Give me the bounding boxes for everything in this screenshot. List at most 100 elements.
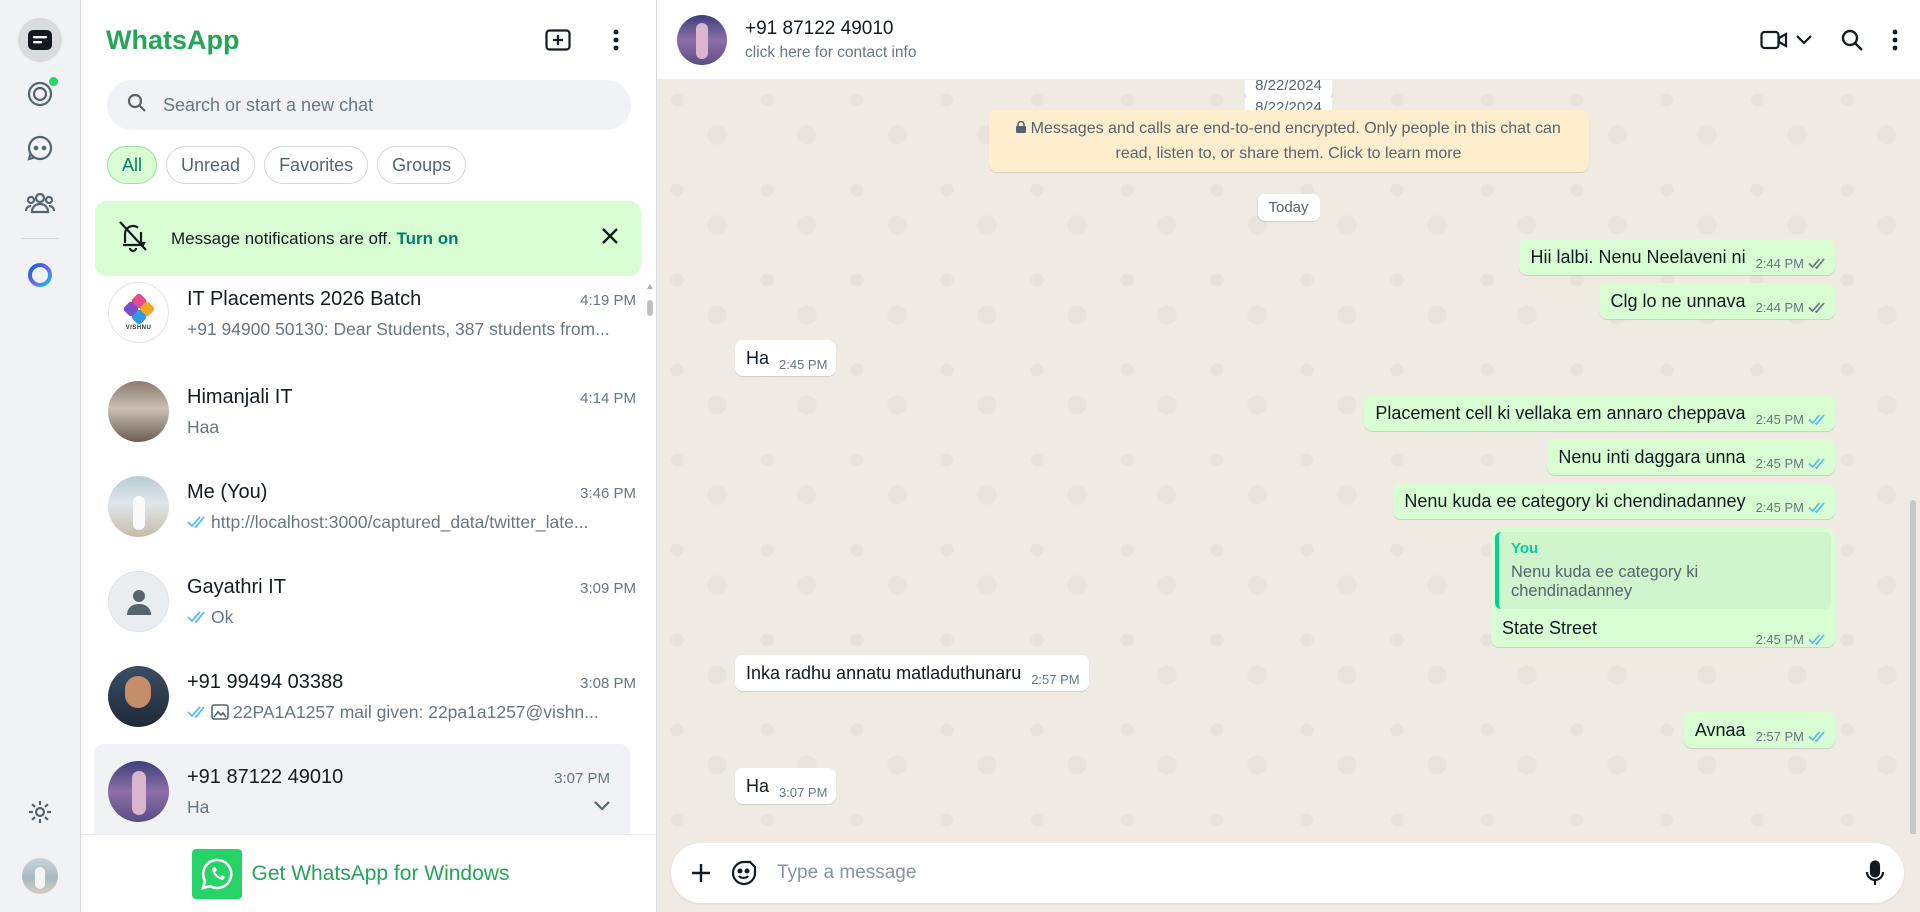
contact-name: +91 87122 49010 (745, 17, 894, 39)
filter-all[interactable]: All (107, 146, 158, 184)
avatar (108, 571, 169, 632)
encryption-notice[interactable]: Messages and calls are end-to-end encryp… (988, 110, 1589, 172)
channels-icon[interactable] (18, 126, 62, 170)
double-tick-read-icon (1808, 634, 1825, 645)
chevron-down-icon[interactable] (594, 798, 610, 816)
avatar (108, 476, 169, 537)
search-input[interactable] (163, 94, 583, 116)
message-text: Hii lalbi. Nenu Neelaveni ni (1530, 247, 1746, 267)
chat-time: 4:19 PM (580, 292, 636, 309)
message-text: Clg lo ne unnava (1610, 291, 1746, 311)
gear-icon[interactable] (18, 790, 62, 834)
composer-box (671, 843, 1904, 903)
microphone-icon[interactable] (1866, 860, 1884, 886)
chat-name: +91 87122 49010 (187, 765, 344, 788)
sticker-icon[interactable] (731, 860, 757, 886)
filter-favorites[interactable]: Favorites (264, 146, 369, 184)
chat-body: +91 87122 49010 3:07 PM Ha (187, 766, 610, 818)
message-area[interactable]: 8/22/2024 8/22/2024 Messages and calls a… (657, 80, 1920, 834)
message-meta: 2:45 PM (1756, 412, 1826, 427)
close-icon[interactable] (601, 227, 619, 250)
message-outgoing[interactable]: Clg lo ne unnava 2:44 PM (1599, 283, 1835, 319)
avatar (108, 381, 169, 442)
message-meta: 2:45 PM (1756, 500, 1826, 515)
chat-row-selected[interactable]: +91 87122 49010 3:07 PM Ha (94, 744, 630, 834)
new-chat-icon[interactable] (538, 20, 578, 60)
notification-message: Message notifications are off. (171, 228, 392, 248)
chat-row[interactable]: Me (You) 3:46 PM http://localhost:3000/c… (81, 459, 656, 554)
message-outgoing[interactable]: Nenu kuda ee category ki chendinadanney … (1393, 483, 1835, 519)
message-text: Avnaa (1694, 720, 1746, 740)
contact-avatar[interactable] (677, 14, 727, 65)
lock-icon (1016, 120, 1027, 133)
message-incoming[interactable]: Ha 2:45 PM (735, 340, 837, 376)
chats-icon[interactable] (18, 18, 62, 62)
message-text: State Street (1502, 618, 1598, 638)
chat-row[interactable]: Himanjali IT 4:14 PM Haa (81, 364, 656, 459)
message-text: Ha (746, 348, 770, 368)
message-meta: 2:45 PM (1756, 632, 1826, 647)
encryption-text: Messages and calls are end-to-end encryp… (1030, 120, 1561, 162)
chat-name: Gayathri IT (187, 575, 286, 598)
get-whatsapp-link[interactable]: Get WhatsApp for Windows (191, 848, 510, 899)
chat-row[interactable]: +91 99494 03388 3:08 PM 22PA1A1257 mail … (81, 649, 656, 744)
chat-name: +91 99494 03388 (187, 670, 344, 693)
message-outgoing[interactable]: Nenu inti daggara unna 2:45 PM (1547, 439, 1835, 475)
chat-row[interactable]: Gayathri IT 3:09 PM Ok (81, 554, 656, 649)
message-text: Nenu inti daggara unna (1558, 447, 1746, 467)
chat-body: Gayathri IT 3:09 PM Ok (187, 576, 636, 628)
contact-info[interactable]: +91 87122 49010 click here for contact i… (745, 18, 1732, 62)
profile-avatar[interactable] (22, 858, 58, 894)
message-outgoing[interactable]: Hii lalbi. Nenu Neelaveni ni 2:44 PM (1519, 239, 1835, 275)
search-bar[interactable] (107, 80, 631, 130)
chat-row[interactable]: VISHNU IT Placements 2026 Batch 4:19 PM … (81, 282, 656, 364)
conversation-scrollbar[interactable] (1910, 500, 1916, 834)
message-meta: 3:07 PM (779, 785, 828, 800)
message-input[interactable] (777, 862, 1866, 884)
date-separator-today: Today (1257, 194, 1320, 221)
chat-name: Me (You) (187, 480, 268, 503)
contact-subtitle: click here for contact info (745, 43, 917, 61)
status-icon[interactable] (18, 72, 62, 116)
menu-dots-icon[interactable] (596, 20, 636, 60)
chat-body: +91 99494 03388 3:08 PM 22PA1A1257 mail … (187, 671, 636, 723)
quote-author: You (1511, 540, 1539, 557)
get-whatsapp-label: Get WhatsApp for Windows (251, 861, 510, 885)
filter-unread[interactable]: Unread (166, 146, 256, 184)
menu-dots-icon[interactable] (1892, 29, 1898, 51)
meta-ai-icon[interactable] (18, 253, 62, 297)
double-tick-read-icon (1808, 458, 1825, 469)
message-text: Nenu kuda ee category ki chendinadanney (1404, 491, 1746, 511)
status-unread-dot (49, 77, 58, 86)
communities-icon[interactable] (18, 180, 62, 224)
chat-preview: http://localhost:3000/captured_data/twit… (187, 512, 636, 533)
message-outgoing[interactable]: Placement cell ki vellaka em annaro chep… (1364, 395, 1835, 431)
conversation-header[interactable]: +91 87122 49010 click here for contact i… (657, 0, 1920, 80)
double-tick-icon (187, 516, 205, 528)
avatar (108, 666, 169, 727)
double-tick-icon (1808, 258, 1825, 269)
quoted-message[interactable]: You Nenu kuda ee category ki chendinadan… (1495, 532, 1831, 609)
whatsapp-logo-icon (191, 848, 242, 899)
video-call-button[interactable] (1760, 30, 1812, 50)
message-outgoing[interactable]: Avnaa 2:57 PM (1683, 712, 1835, 748)
video-camera-icon (1760, 30, 1788, 49)
chat-time: 3:07 PM (554, 769, 610, 787)
left-rail (0, 0, 81, 912)
download-footer: Get WhatsApp for Windows (81, 834, 656, 912)
avatar (108, 761, 169, 822)
message-outgoing-reply[interactable]: You Nenu kuda ee category ki chendinadan… (1491, 528, 1835, 647)
message-incoming[interactable]: Inka radhu annatu matladuthunaru 2:57 PM (735, 655, 1089, 691)
plus-icon[interactable] (691, 863, 711, 883)
composer (657, 834, 1920, 912)
avatar: VISHNU (108, 282, 169, 343)
chat-body: Himanjali IT 4:14 PM Haa (187, 386, 636, 438)
turn-on-link[interactable]: Turn on (397, 229, 459, 248)
filter-groups[interactable]: Groups (377, 146, 467, 184)
conversation-panel: +91 87122 49010 click here for contact i… (657, 0, 1920, 912)
chat-time: 3:46 PM (580, 484, 636, 502)
search-messages-icon[interactable] (1840, 28, 1864, 52)
chat-preview: Haa (187, 416, 220, 437)
double-tick-read-icon (1808, 731, 1825, 742)
message-incoming[interactable]: Ha 3:07 PM (735, 768, 837, 804)
